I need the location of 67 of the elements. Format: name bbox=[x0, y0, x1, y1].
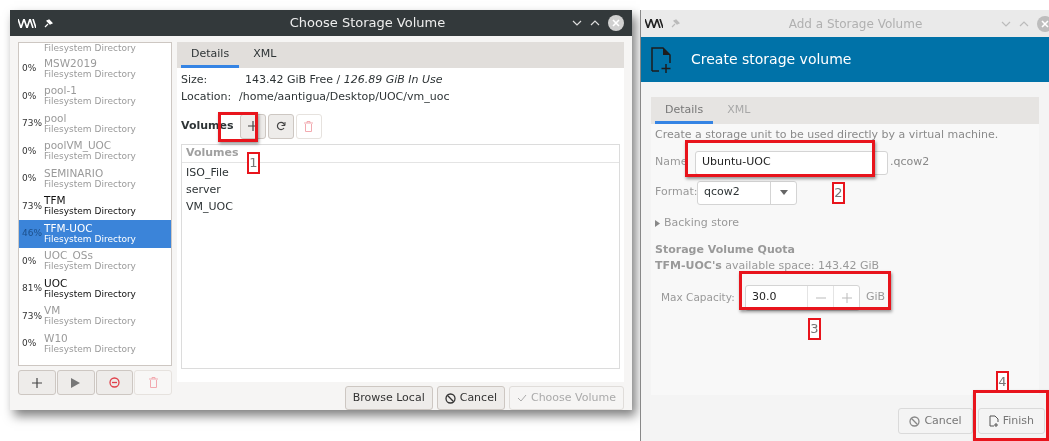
minimize-icon[interactable] bbox=[572, 20, 582, 26]
header-title: Create storage volume bbox=[691, 50, 852, 69]
size-value: 143.42 GiB Free / 126.89 GiB In Use bbox=[245, 72, 443, 89]
trash-icon bbox=[304, 120, 314, 132]
location-label: Location: bbox=[181, 89, 233, 106]
pool-name: W10 bbox=[44, 332, 69, 344]
capacity-label: Max Capacity: bbox=[661, 289, 736, 305]
pool-name: pool-1 bbox=[44, 85, 77, 97]
cancel-icon bbox=[909, 415, 921, 427]
new-file-icon bbox=[651, 46, 673, 73]
tab[interactable]: XML bbox=[243, 44, 287, 68]
logo-icon bbox=[645, 19, 663, 28]
window-title: Choose Storage Volume bbox=[289, 14, 446, 33]
finish-button[interactable]: Finish bbox=[977, 408, 1045, 434]
stop-pool-button[interactable] bbox=[95, 370, 134, 395]
minus-icon bbox=[815, 296, 826, 299]
quota-text: TFM-UOC's available space: 143.42 GiB bbox=[655, 258, 881, 274]
maximize-icon[interactable] bbox=[590, 20, 600, 26]
stop-icon bbox=[108, 377, 120, 388]
description-text: Create a storage unit to be used directly by a virtual machine. bbox=[655, 127, 1000, 143]
trash-icon bbox=[148, 377, 158, 388]
pool-name: UOC_OSs bbox=[44, 250, 94, 262]
capacity-input[interactable]: 30.0 bbox=[746, 289, 807, 306]
add-pool-button[interactable] bbox=[18, 370, 56, 395]
pool-name: UOC bbox=[44, 277, 69, 289]
play-icon bbox=[71, 377, 81, 388]
name-input[interactable]: Ubuntu-UOC bbox=[702, 154, 881, 171]
format-label: Format: bbox=[655, 184, 697, 201]
window-title: Add a Storage Volume bbox=[788, 15, 923, 33]
step-number: 2 bbox=[832, 182, 845, 204]
check-icon bbox=[516, 394, 527, 402]
pool-type-text: Filesystem Directory bbox=[43, 43, 137, 55]
step-number: 1 bbox=[247, 152, 260, 174]
browse-button[interactable]: Browse Local bbox=[344, 386, 433, 410]
logo-icon bbox=[18, 18, 36, 28]
volume-row[interactable]: VM_UOC bbox=[182, 199, 619, 216]
plus-icon bbox=[841, 292, 852, 303]
cancel-button[interactable]: Cancel bbox=[436, 386, 505, 410]
tab[interactable]: Details bbox=[655, 100, 714, 124]
new-file-icon bbox=[988, 415, 999, 427]
pool-name: pool bbox=[44, 112, 68, 124]
format-dropdown[interactable]: qcow2 bbox=[697, 180, 797, 205]
pool-name: TFM-UOC bbox=[44, 222, 94, 234]
close-icon[interactable] bbox=[608, 15, 624, 31]
location-value[interactable]: /home/aantigua/Desktop/UOC/vm_uoc bbox=[239, 89, 450, 106]
step-number: 3 bbox=[808, 318, 821, 340]
unit-label: GiB bbox=[866, 289, 886, 306]
pool-name: VM bbox=[44, 305, 62, 317]
refresh-icon bbox=[275, 121, 286, 131]
plus-icon bbox=[31, 377, 42, 388]
volume-row[interactable]: server bbox=[182, 182, 619, 199]
capacity-spin-field[interactable]: 30.0 bbox=[745, 284, 860, 311]
cancel-button[interactable]: Cancel bbox=[898, 408, 973, 434]
cancel-icon bbox=[444, 392, 456, 404]
name-field[interactable]: Ubuntu-UOC bbox=[695, 150, 888, 175]
size-label: Size: bbox=[181, 72, 209, 89]
pool-name: MSW2019 bbox=[44, 57, 98, 69]
step-number: 4 bbox=[996, 371, 1009, 392]
extension-label: .qcow2 bbox=[890, 154, 930, 171]
refresh-volume-button[interactable] bbox=[267, 113, 294, 139]
pool-name: TFM bbox=[44, 195, 67, 207]
caret-icon bbox=[779, 190, 788, 195]
pool-name: SEMINARIO bbox=[44, 167, 105, 179]
pool-name: poolVM_UOC bbox=[44, 140, 112, 152]
expander-icon bbox=[655, 220, 660, 227]
start-pool-button[interactable] bbox=[56, 370, 95, 395]
quota-title: Storage Volume Quota bbox=[655, 241, 796, 258]
